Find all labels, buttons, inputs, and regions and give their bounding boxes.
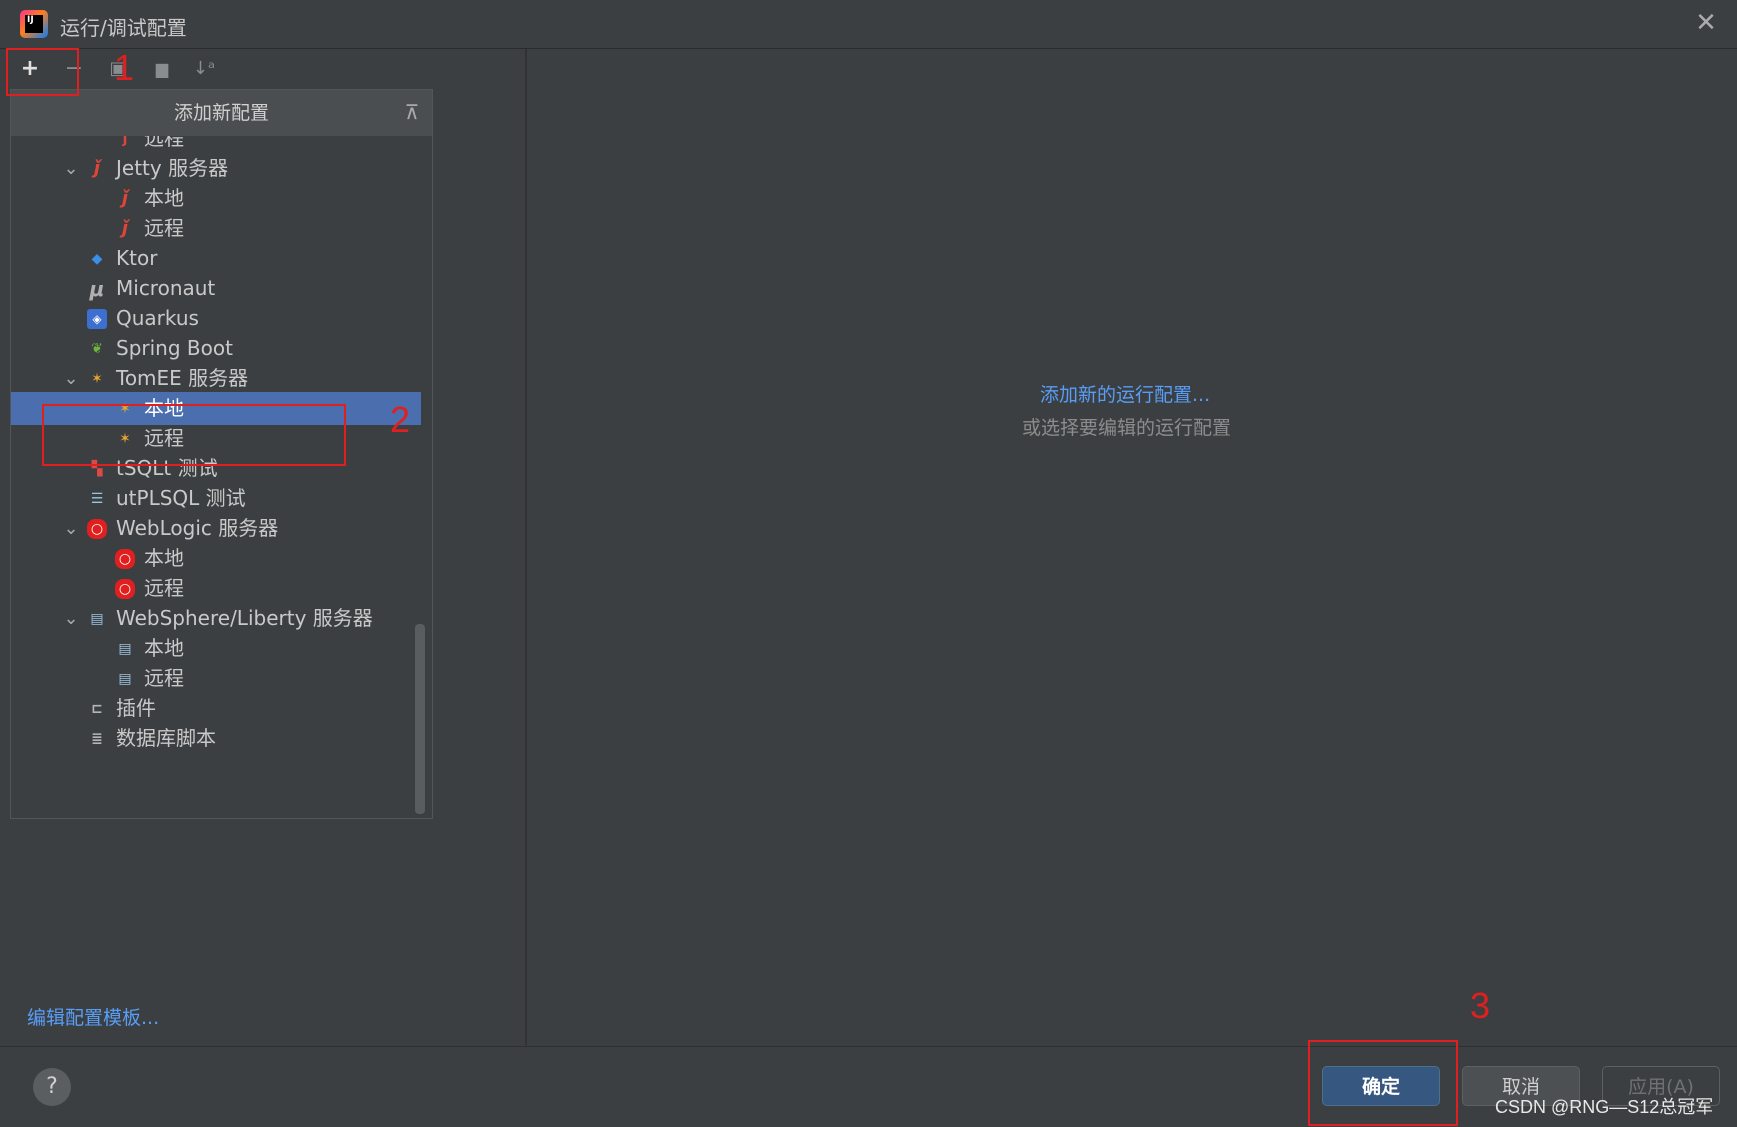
quarkus-icon: ◈ <box>87 309 107 329</box>
plugin-icon: ⊏ <box>91 701 103 717</box>
tree-row-label: 本地 <box>144 636 184 660</box>
chevron-down-icon[interactable]: ⌄ <box>61 512 81 545</box>
tree-scrollbar[interactable] <box>415 624 425 814</box>
jetty-icon: ǰ <box>121 188 129 209</box>
close-icon[interactable]: ✕ <box>1691 8 1721 38</box>
jetty-icon: ǰ <box>121 218 129 239</box>
add-new-run-config-link[interactable]: 添加新的运行配置... <box>1040 380 1210 407</box>
collapse-all-icon[interactable]: ⊼ <box>400 98 424 126</box>
weblogic-icon: ○ <box>87 519 107 539</box>
chevron-down-icon[interactable]: ⌄ <box>61 152 81 185</box>
tree-row-label: utPLSQL 测试 <box>116 486 246 510</box>
tree-row-label: TomEE 服务器 <box>116 366 249 390</box>
tree-row[interactable]: ⌄ ○ WebLogic 服务器 <box>11 512 421 545</box>
spring-boot-icon: ❦ <box>91 341 103 357</box>
configuration-type-tree: ǰ 远程 ⌄ ǰ Jetty 服务器 ǰ 本地 ǰ 远程 ◆ Ktor μ Micronaut ◈ Qu… <box>11 136 421 818</box>
panel-divider[interactable] <box>525 49 527 1045</box>
tree-row-label: 远程 <box>144 216 184 240</box>
chevron-down-icon[interactable]: ⌄ <box>61 602 81 635</box>
chevron-down-icon[interactable]: ⌄ <box>61 362 81 395</box>
tree-row-label: Micronaut <box>116 276 216 300</box>
folder-button[interactable]: ▆ <box>148 55 176 83</box>
annotation-number-3: 3 <box>1470 985 1491 1026</box>
select-config-hint: 或选择要编辑的运行配置 <box>1022 417 1232 439</box>
tree-row[interactable]: ǰ 远程 <box>11 212 421 245</box>
tree-row-label: Jetty 服务器 <box>116 156 229 180</box>
tree-row-label: Spring Boot <box>116 336 233 360</box>
annotation-box-2 <box>42 404 346 466</box>
tree-row[interactable]: ❦ Spring Boot <box>11 332 421 365</box>
annotation-number-2: 2 <box>390 399 411 440</box>
tree-row-label: 数据库脚本 <box>116 726 216 750</box>
tree-row[interactable]: ▤ 本地 <box>11 632 421 665</box>
title-bar: IJ 运行/调试配置 ✕ <box>0 0 1737 49</box>
tree-row-label: 插件 <box>116 696 156 720</box>
tree-row-label: Ktor <box>116 246 158 270</box>
sort-button[interactable]: ↓ᵃ <box>190 55 218 83</box>
tree-row-label: 本地 <box>144 186 184 210</box>
micronaut-icon: μ <box>89 277 105 301</box>
tree-row[interactable]: ǰ 本地 <box>11 182 421 215</box>
popup-header: 添加新配置 <box>11 90 432 136</box>
tree-row[interactable]: ⊏ 插件 <box>11 692 421 725</box>
tree-row[interactable]: ▤ 远程 <box>11 662 421 695</box>
tree-row[interactable]: ◈ Quarkus <box>11 302 421 335</box>
websphere-icon: ▤ <box>90 611 104 627</box>
websphere-icon: ▤ <box>118 671 132 687</box>
tree-row[interactable]: ⌄ ǰ Jetty 服务器 <box>11 152 421 185</box>
help-button[interactable]: ? <box>33 1068 71 1106</box>
tree-row-label: WebSphere/Liberty 服务器 <box>116 606 373 630</box>
tree-row[interactable]: ☰ utPLSQL 测试 <box>11 482 421 515</box>
tree-row[interactable]: ○ 远程 <box>11 572 421 605</box>
intellij-idea-icon: IJ <box>20 10 48 38</box>
utplsql-icon: ☰ <box>90 491 104 507</box>
edit-templates-link[interactable]: 编辑配置模板... <box>27 1003 159 1030</box>
tree-row[interactable]: ◆ Ktor <box>11 242 421 275</box>
ktor-icon: ◆ <box>91 251 103 267</box>
tree-row[interactable]: ⌄ ▤ WebSphere/Liberty 服务器 <box>11 602 421 635</box>
window-title: 运行/调试配置 <box>60 16 187 40</box>
annotation-number-1: 1 <box>114 47 135 88</box>
tree-row-label: 本地 <box>144 546 184 570</box>
jetty-icon: ǰ <box>122 136 128 147</box>
watermark: CSDN @RNG—S12总冠军 <box>1495 1097 1714 1117</box>
tree-row-label: WebLogic 服务器 <box>116 516 279 540</box>
tomee-icon: ✶ <box>91 371 103 387</box>
websphere-icon: ▤ <box>118 641 132 657</box>
tree-row-label: 远程 <box>144 666 184 690</box>
tree-row-label: Quarkus <box>116 306 199 330</box>
weblogic-icon: ○ <box>115 579 135 599</box>
tree-row[interactable]: μ Micronaut <box>11 272 421 305</box>
tree-row[interactable]: ○ 本地 <box>11 542 421 575</box>
annotation-box-1 <box>6 48 79 96</box>
jetty-icon: ǰ <box>93 158 101 179</box>
tree-row[interactable]: ≣ 数据库脚本 <box>11 722 421 755</box>
annotation-box-3 <box>1308 1040 1458 1126</box>
tree-row[interactable]: ⌄ ✶ TomEE 服务器 <box>11 362 421 395</box>
weblogic-icon: ○ <box>115 549 135 569</box>
database-script-icon: ≣ <box>91 731 103 747</box>
tree-row-label: 远程 <box>144 576 184 600</box>
